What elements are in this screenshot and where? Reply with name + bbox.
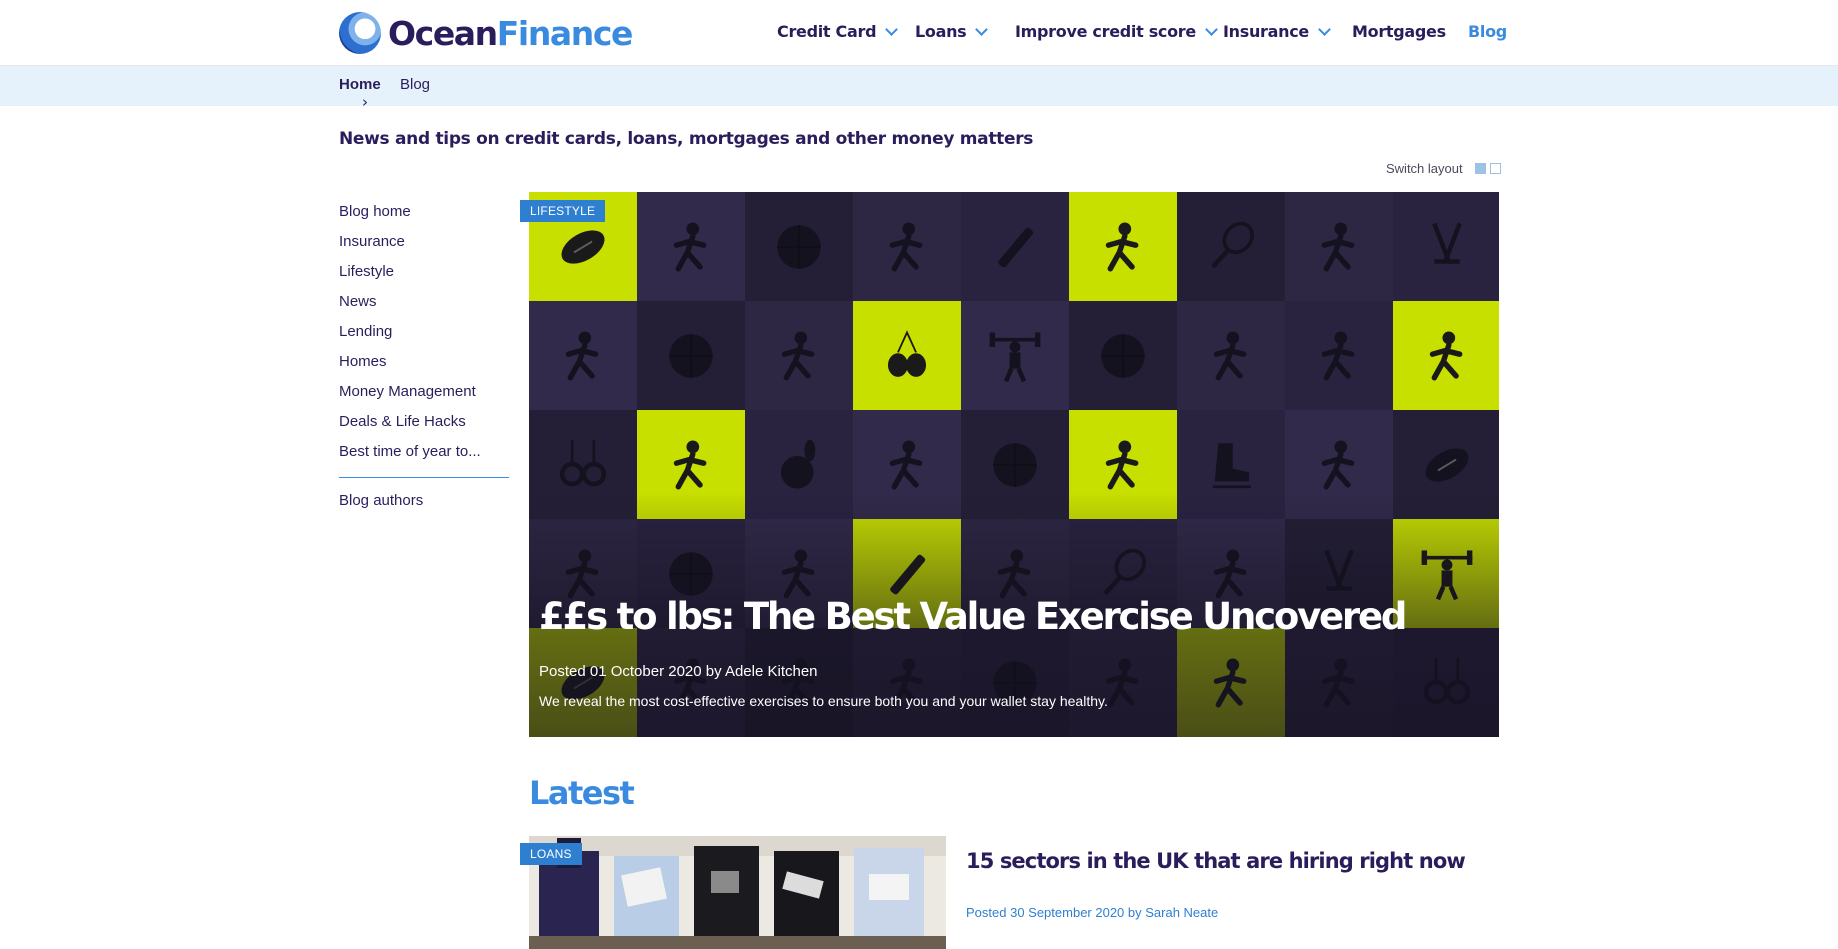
brand-word-2: Finance — [496, 13, 634, 53]
featured-article-meta: Posted 01 October 2020 by Adele Kitchen — [539, 663, 818, 680]
featured-article-description: We reveal the most cost-effective exerci… — [539, 693, 1108, 709]
nav-label: Insurance — [1223, 22, 1309, 41]
featured-article-image[interactable] — [529, 192, 1499, 737]
switch-layout-label: Switch layout — [1386, 161, 1463, 176]
chevron-down-icon — [1318, 22, 1331, 36]
article-thumbnail[interactable] — [529, 836, 946, 949]
nav-mortgages[interactable]: Mortgages — [1352, 22, 1446, 41]
nav-label: Mortgages — [1352, 22, 1446, 41]
featured-article-title[interactable]: ££s to lbs: The Best Value Exercise Unco… — [539, 595, 1407, 638]
nav-insurance[interactable]: Insurance — [1223, 22, 1331, 41]
featured-category-badge[interactable]: LIFESTYLE — [520, 200, 606, 222]
switch-layout-control: Switch layout — [1386, 161, 1501, 176]
sidebar-item-money-management[interactable]: Money Management — [339, 383, 476, 400]
sidebar-item-news[interactable]: News — [339, 293, 377, 310]
chevron-down-icon — [1205, 22, 1218, 36]
brand-word-1: Ocean — [388, 13, 498, 53]
latest-heading: Latest — [529, 774, 635, 812]
logo-swirl-icon — [339, 12, 381, 54]
sidebar-item-blog-home[interactable]: Blog home — [339, 203, 411, 220]
nav-loans[interactable]: Loans — [915, 22, 989, 41]
page-tagline: News and tips on credit cards, loans, mo… — [339, 129, 1034, 149]
sidebar-item-insurance[interactable]: Insurance — [339, 233, 405, 250]
sidebar-item-best-time[interactable]: Best time of year to... — [339, 443, 481, 460]
nav-label: Loans — [915, 22, 967, 41]
breadcrumb-home-link[interactable]: Home — [339, 76, 381, 93]
job-interview-photo — [529, 836, 946, 949]
sidebar-item-homes[interactable]: Homes — [339, 353, 387, 370]
list-layout-toggle[interactable] — [1489, 163, 1501, 174]
article-meta: Posted 30 September 2020 by Sarah Neate — [966, 905, 1219, 920]
chevron-down-icon — [975, 22, 989, 36]
brand-wordmark: OceanFinance — [388, 13, 634, 53]
sidebar-item-lifestyle[interactable]: Lifestyle — [339, 263, 394, 280]
nav-improve-credit-score[interactable]: Improve credit score — [1015, 22, 1218, 41]
nav-credit-card[interactable]: Credit Card — [777, 22, 899, 41]
breadcrumb-current: Blog — [400, 76, 431, 93]
nav-label: Credit Card — [777, 22, 877, 41]
nav-label: Improve credit score — [1015, 22, 1196, 41]
sidebar-item-deals-life-hacks[interactable]: Deals & Life Hacks — [339, 413, 466, 430]
sidebar-item-lending[interactable]: Lending — [339, 323, 392, 340]
article-category-badge[interactable]: LOANS — [520, 843, 582, 865]
grid-layout-toggle[interactable] — [1474, 163, 1486, 174]
article-title[interactable]: 15 sectors in the UK that are hiring rig… — [966, 849, 1466, 873]
nav-label: Blog — [1468, 22, 1507, 41]
brand-logo[interactable]: OceanFinance — [339, 10, 634, 56]
sidebar-item-blog-authors[interactable]: Blog authors — [339, 492, 423, 509]
site-header: OceanFinance Credit Card Loans Improve c… — [0, 0, 1838, 66]
breadcrumb-separator: › — [362, 93, 368, 111]
breadcrumb — [0, 66, 1838, 106]
nav-blog[interactable]: Blog — [1468, 22, 1507, 41]
chevron-down-icon — [885, 22, 899, 36]
sidebar-divider — [339, 477, 509, 478]
hero-overlay — [529, 192, 1499, 737]
